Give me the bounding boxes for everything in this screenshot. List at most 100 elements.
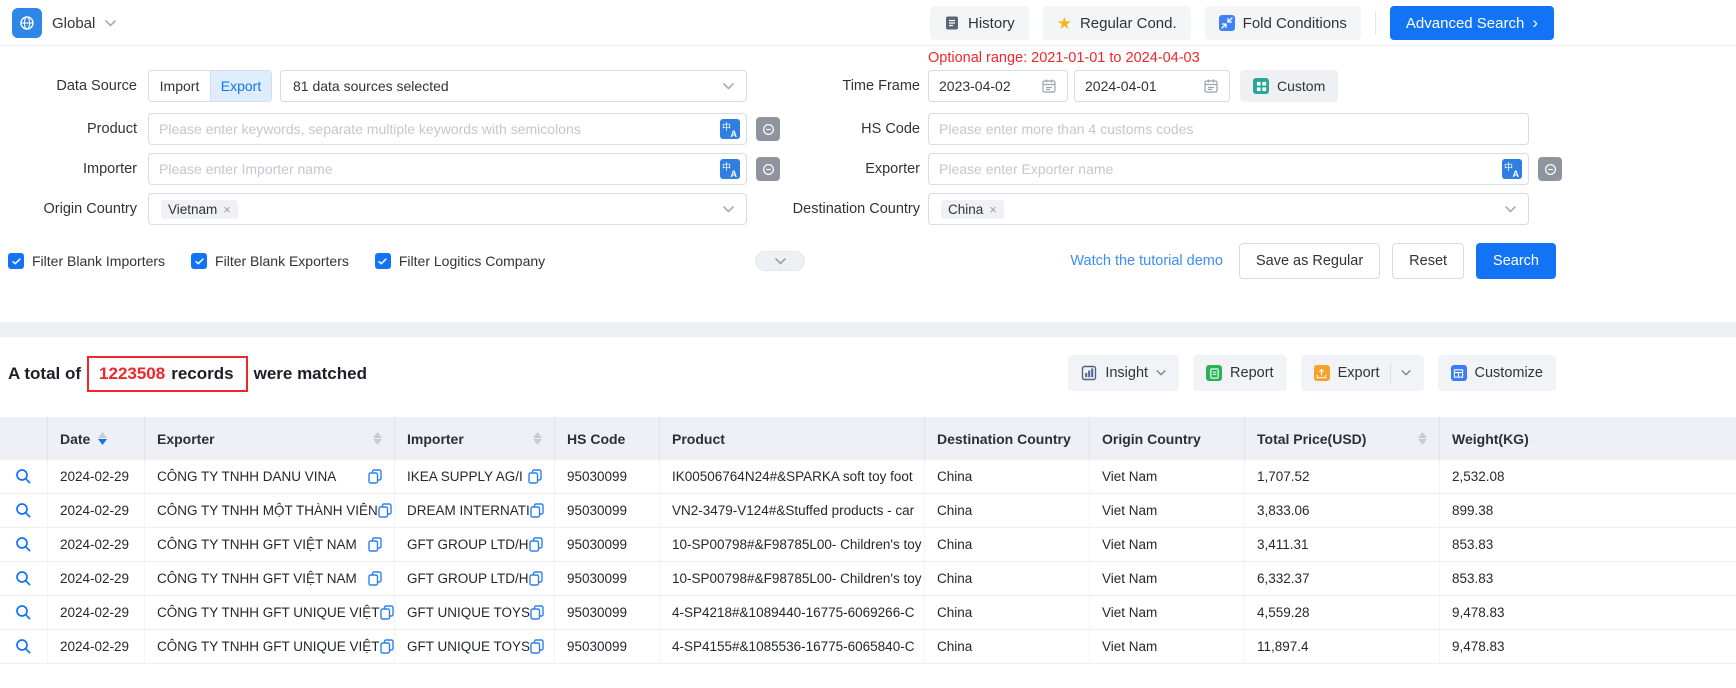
collapse-panel-button[interactable] [755, 251, 805, 271]
customize-button[interactable]: Customize [1438, 355, 1557, 391]
row-detail-cell [0, 630, 48, 663]
view-detail-icon[interactable] [15, 570, 32, 587]
results-table: Date Exporter Importer [0, 417, 1736, 664]
match-mode-icon[interactable] [1538, 157, 1562, 181]
view-detail-icon[interactable] [15, 638, 32, 655]
search-button[interactable]: Search [1476, 243, 1556, 279]
advanced-search-button[interactable]: Advanced Search › [1390, 6, 1554, 40]
origin-country-select[interactable]: Vietnam× [148, 193, 747, 225]
date-start-picker[interactable] [928, 70, 1068, 102]
copy-icon[interactable] [529, 571, 543, 586]
origin-cell: Viet Nam [1090, 528, 1245, 561]
origin-cell: Viet Nam [1090, 494, 1245, 527]
copy-icon[interactable] [368, 469, 382, 484]
filter-blank-importers-checkbox[interactable]: Filter Blank Importers [8, 253, 165, 269]
chevron-down-icon [1156, 370, 1166, 376]
date-cell: 2024-02-29 [48, 562, 145, 595]
filter-blank-exporters-checkbox[interactable]: Filter Blank Exporters [191, 253, 349, 269]
copy-icon[interactable] [529, 537, 543, 552]
destination-country-tag: China× [941, 200, 1004, 219]
copy-icon[interactable] [530, 605, 544, 620]
table-row[interactable]: 2024-02-29 CÔNG TY TNHH GFT UNIQUE VIỆT … [0, 596, 1736, 630]
destination-country-select[interactable]: China× [928, 193, 1529, 225]
checkbox-checked-icon [375, 253, 391, 269]
view-detail-icon[interactable] [15, 468, 32, 485]
record-count: 1223508 [99, 364, 165, 384]
column-header-importer[interactable]: Importer [395, 417, 555, 460]
date-end-input[interactable] [1085, 78, 1203, 94]
view-detail-icon[interactable] [15, 604, 32, 621]
importer-name: GFT GROUP LTD/H [407, 571, 529, 586]
origin-cell: Viet Nam [1090, 630, 1245, 663]
region-selector[interactable]: Global [12, 8, 116, 38]
fold-conditions-button[interactable]: Fold Conditions [1205, 6, 1361, 40]
copy-icon[interactable] [368, 571, 382, 586]
translate-icon[interactable]: 中A [1502, 159, 1522, 179]
copy-icon[interactable] [380, 639, 394, 654]
table-row[interactable]: 2024-02-29 CÔNG TY TNHH DANU VINA IKEA S… [0, 460, 1736, 494]
copy-icon[interactable] [530, 503, 544, 518]
column-header-total-price[interactable]: Total Price(USD) [1245, 417, 1440, 460]
origin-country-tag: Vietnam× [161, 200, 238, 219]
results-toolbar: Insight Report Export Customize [1068, 355, 1556, 391]
copy-icon[interactable] [530, 639, 544, 654]
table-row[interactable]: 2024-02-29 CÔNG TY TNHH GFT VIỆT NAM GFT… [0, 562, 1736, 596]
importer-cell: DREAM INTERNATI [395, 494, 555, 527]
exporter-name: CÔNG TY TNHH MỘT THÀNH VIÊN [157, 503, 378, 518]
save-as-regular-button[interactable]: Save as Regular [1239, 243, 1380, 279]
view-detail-icon[interactable] [15, 502, 32, 519]
date-cell: 2024-02-29 [48, 460, 145, 493]
importer-name: GFT GROUP LTD/H [407, 537, 529, 552]
exporter-input[interactable] [928, 153, 1529, 185]
export-toggle[interactable]: Export [210, 71, 271, 101]
export-button[interactable]: Export [1301, 355, 1424, 391]
table-row[interactable]: 2024-02-29 CÔNG TY TNHH MỘT THÀNH VIÊN D… [0, 494, 1736, 528]
table-row[interactable]: 2024-02-29 CÔNG TY TNHH GFT UNIQUE VIỆT … [0, 630, 1736, 664]
column-header-date[interactable]: Date [48, 417, 145, 460]
remove-tag-icon[interactable]: × [223, 203, 231, 216]
date-end-picker[interactable] [1074, 70, 1230, 102]
origin-cell: Viet Nam [1090, 562, 1245, 595]
tutorial-demo-link[interactable]: Watch the tutorial demo [1070, 253, 1223, 269]
translate-icon[interactable]: 中A [720, 159, 740, 179]
copy-icon[interactable] [380, 605, 394, 620]
results-summary: A total of 1223508 records were matched [8, 352, 367, 396]
column-header-exporter[interactable]: Exporter [145, 417, 395, 460]
custom-range-button[interactable]: Custom [1240, 70, 1338, 102]
total-price-cell: 4,559.28 [1245, 596, 1440, 629]
product-cell: 4-SP4155#&1085536-16775-6065840-C [660, 630, 925, 663]
regular-cond-button[interactable]: ★ Regular Cond. [1043, 6, 1191, 40]
importer-input[interactable] [148, 153, 747, 185]
view-detail-icon[interactable] [15, 536, 32, 553]
date-start-input[interactable] [939, 78, 1041, 94]
importer-cell: IKEA SUPPLY AG/I [395, 460, 555, 493]
translate-icon[interactable]: 中A [720, 119, 740, 139]
insight-button[interactable]: Insight [1068, 355, 1179, 391]
column-header-origin: Origin Country [1090, 417, 1245, 460]
copy-icon[interactable] [528, 469, 542, 484]
chevron-down-icon [775, 258, 786, 265]
hs-code-cell: 95030099 [555, 528, 660, 561]
product-input[interactable] [148, 113, 747, 145]
hs-code-input[interactable] [928, 113, 1529, 145]
reset-button[interactable]: Reset [1392, 243, 1464, 279]
row-detail-cell [0, 494, 48, 527]
exporter-cell: CÔNG TY TNHH GFT VIỆT NAM [145, 528, 395, 561]
report-button[interactable]: Report [1193, 355, 1287, 391]
filter-logitics-company-checkbox[interactable]: Filter Logitics Company [375, 253, 545, 269]
table-row[interactable]: 2024-02-29 CÔNG TY TNHH GFT VIỆT NAM GFT… [0, 528, 1736, 562]
data-sources-select[interactable]: 81 data sources selected [280, 70, 747, 102]
history-button[interactable]: History [930, 6, 1029, 40]
weight-cell: 853.83 [1440, 562, 1736, 595]
product-cell: 10-SP00798#&F98785L00- Children's toy [660, 562, 925, 595]
copy-icon[interactable] [378, 503, 392, 518]
total-price-cell: 6,332.37 [1245, 562, 1440, 595]
remove-tag-icon[interactable]: × [989, 203, 997, 216]
chevron-down-icon[interactable] [1401, 370, 1411, 376]
import-toggle[interactable]: Import [149, 71, 210, 101]
hs-code-cell: 95030099 [555, 494, 660, 527]
destination-cell: China [925, 494, 1090, 527]
copy-icon[interactable] [368, 537, 382, 552]
exporter-cell: CÔNG TY TNHH GFT VIỆT NAM [145, 562, 395, 595]
importer-field: 中A [148, 153, 747, 185]
